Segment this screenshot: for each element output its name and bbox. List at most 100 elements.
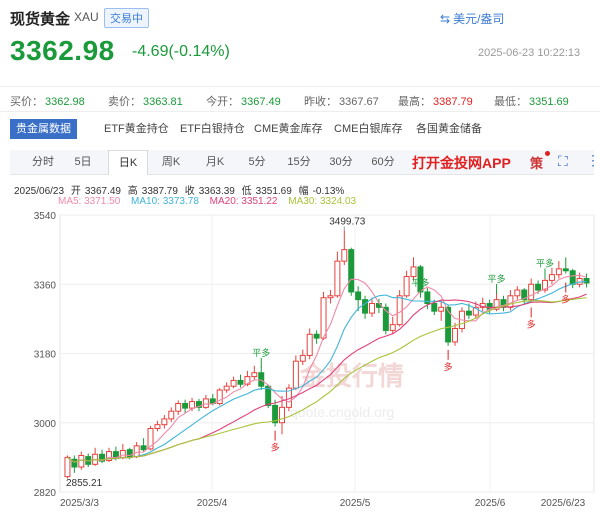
candle-body <box>202 398 209 408</box>
period-30min[interactable]: 30分 <box>322 150 360 174</box>
x-tick-label: 2025/4 <box>197 498 228 509</box>
candle-body <box>535 283 542 291</box>
candle-body <box>154 424 161 430</box>
currency-switch-button[interactable]: ⇆ 美元/盎司 <box>440 10 504 27</box>
long-signal-2: 多 <box>444 361 453 372</box>
stat-bid: 买价： 3362.98 <box>10 96 85 108</box>
candle-body <box>182 403 189 409</box>
long-signal-4: 多 <box>561 293 570 304</box>
candle-body <box>465 310 472 316</box>
candle-body <box>362 299 369 314</box>
candle-body <box>237 379 244 385</box>
y-tick-label: 3180 <box>34 350 57 361</box>
candle-body <box>348 249 355 293</box>
period-60min[interactable]: 60分 <box>364 150 402 174</box>
candle-body <box>251 372 258 378</box>
candle-body <box>161 418 168 426</box>
candle-body <box>133 445 140 458</box>
candle-body <box>189 401 196 409</box>
stat-low: 最低： 3351.69 <box>494 96 569 108</box>
tab-precious-metals[interactable]: 贵金属数据 <box>10 119 77 139</box>
tab-cme-silver[interactable]: CME白银库存 <box>328 119 408 139</box>
long-signal-1: 多 <box>271 442 280 453</box>
flat-signal-4: 平多 <box>536 258 554 269</box>
candle-body <box>528 283 535 301</box>
y-tick-label: 3540 <box>34 211 57 222</box>
candle-body <box>320 297 327 339</box>
candle-body <box>438 306 445 312</box>
fullscreen-icon[interactable]: ⛶ <box>558 153 568 170</box>
period-daily[interactable]: 日K <box>108 150 148 175</box>
candle-body <box>403 276 410 297</box>
x-tick-label: 2025/6/23 <box>541 498 586 509</box>
instrument-code: XAU <box>74 10 99 24</box>
x-tick-label: 2025/6 <box>475 498 506 509</box>
stats-row: 买价： 3362.98 卖价： 3363.81 今开： 3367.49 昨收： 3367… <box>0 86 600 112</box>
y-tick-label: 2820 <box>34 488 57 499</box>
candle-body <box>452 327 459 343</box>
more-menu-icon[interactable]: ⋮ <box>586 152 600 169</box>
min-price-label: 2855.21 <box>66 478 103 489</box>
tab-cme-gold[interactable]: CME黄金库存 <box>248 119 328 139</box>
open-app-link[interactable]: 打开金投网APP <box>412 153 511 173</box>
candle-body <box>223 385 230 391</box>
period-monthly[interactable]: 月K <box>196 150 234 174</box>
candle-body <box>514 289 521 297</box>
flat-signal-3: 平多 <box>488 273 506 284</box>
stat-prev-close: 昨收： 3367.67 <box>304 96 379 108</box>
candle-body <box>64 456 71 478</box>
candle-body <box>507 295 514 308</box>
candle-body <box>396 295 403 326</box>
candle-body <box>334 260 341 297</box>
exchange-arrows-icon: ⇆ <box>440 12 451 26</box>
candle-body <box>299 354 306 362</box>
candle-body <box>292 360 299 389</box>
trading-status-badge: 交易中 <box>104 8 149 28</box>
candle-body <box>230 379 237 387</box>
candle-body <box>306 333 313 356</box>
candle-body <box>279 406 286 424</box>
strategy-icon[interactable]: 策 <box>530 151 550 171</box>
x-tick-label: 2025/5 <box>340 498 371 509</box>
period-intraday[interactable]: 分时 <box>24 150 62 174</box>
candle-body <box>355 291 362 301</box>
tab-gold-reserves[interactable]: 各国黄金储备 <box>410 119 488 139</box>
period-weekly[interactable]: 周K <box>152 150 190 174</box>
price-change: -4.69(-0.14%) <box>132 43 230 60</box>
candle-body <box>576 277 583 285</box>
period-bar: 分时 5日 日K 周K 月K 5分 15分 30分 60分 打开金投网APP 策… <box>10 150 600 175</box>
candle-body <box>389 324 396 331</box>
candle-body <box>410 266 417 278</box>
candle-body <box>368 302 375 314</box>
candle-body <box>327 295 334 299</box>
tab-etf-gold[interactable]: ETF黄金持仓 <box>98 119 175 139</box>
candle-body <box>168 410 175 420</box>
period-15min[interactable]: 15分 <box>280 150 318 174</box>
current-price: 3362.98 <box>10 35 115 66</box>
candle-body <box>313 333 320 339</box>
tab-etf-silver[interactable]: ETF白银持仓 <box>174 119 251 139</box>
candle-body <box>140 445 147 451</box>
max-price-label: 3499.73 <box>329 216 366 227</box>
y-tick-label: 3360 <box>34 280 57 291</box>
candle-body <box>431 302 438 312</box>
long-signal-3: 多 <box>527 318 536 329</box>
stat-ask: 卖价： 3363.81 <box>108 96 183 108</box>
candle-body <box>341 249 348 262</box>
candle-body <box>583 277 590 284</box>
stat-high: 最高： 3387.79 <box>398 96 473 108</box>
quote-timestamp: 2025-06-23 10:22:13 <box>478 47 581 59</box>
period-5day[interactable]: 5日 <box>64 150 102 174</box>
candle-body <box>548 274 555 281</box>
currency-label: 美元/盎司 <box>453 12 505 26</box>
ohlc-date: 2025/06/23 <box>14 186 65 197</box>
y-tick-label: 3000 <box>34 419 57 430</box>
candlestick-chart[interactable]: 3540 3360 3180 3000 28202025/3/3 2025/4 2025/5… <box>0 205 600 514</box>
candle-body <box>78 454 85 468</box>
stat-open: 今开： 3367.49 <box>206 96 281 108</box>
period-5min[interactable]: 5分 <box>238 150 276 174</box>
x-tick-label: 2025/3/3 <box>60 498 99 509</box>
candle-body <box>569 270 576 285</box>
candle-body <box>119 449 126 458</box>
ohlc-readout: 2025/06/23 开 3367.49 高 3387.79 收 3363.39 低3… <box>14 186 345 197</box>
